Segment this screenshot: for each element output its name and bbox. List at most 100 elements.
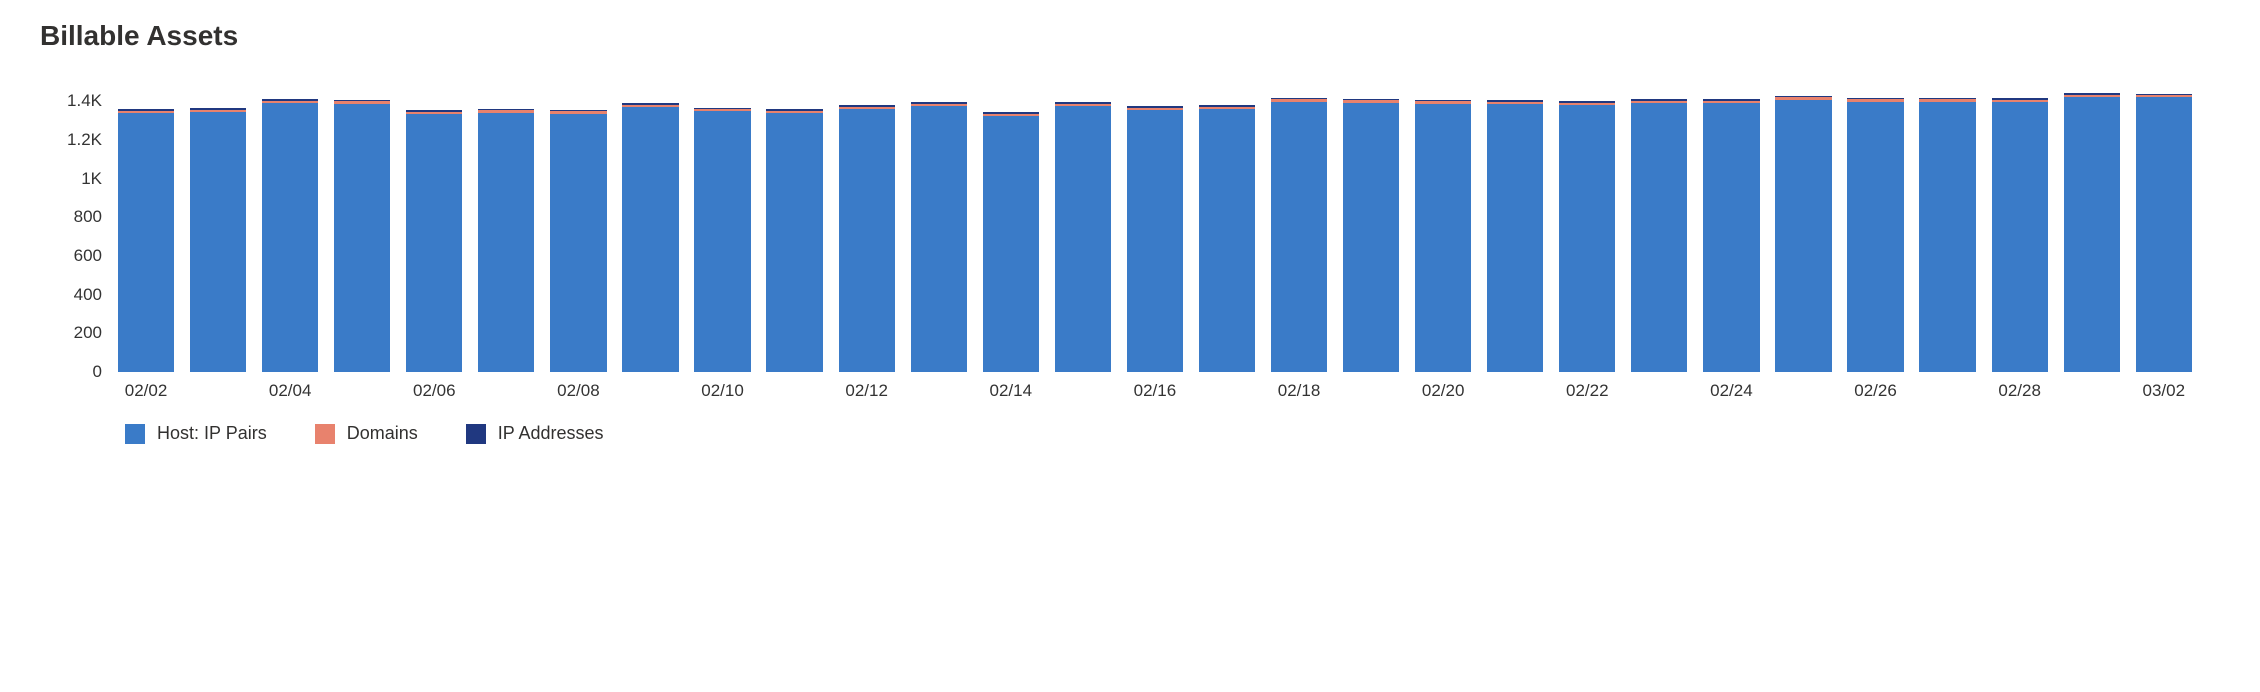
bar-slot <box>1551 101 1623 372</box>
x-tick-label <box>1191 373 1263 401</box>
y-tick-label: 200 <box>74 323 110 343</box>
bar-segment-host_ip_pairs <box>1487 104 1543 372</box>
bar-slot <box>831 105 903 372</box>
bar-slot <box>1335 99 1407 372</box>
x-tick-label: 02/14 <box>975 373 1047 401</box>
bar[interactable] <box>2136 94 2192 372</box>
bar[interactable] <box>839 105 895 372</box>
bar[interactable] <box>1199 105 1255 372</box>
bar[interactable] <box>1487 100 1543 372</box>
bar[interactable] <box>118 109 174 372</box>
bar-segment-host_ip_pairs <box>478 113 534 372</box>
bar-segment-host_ip_pairs <box>1847 102 1903 372</box>
x-axis: 02/0202/0402/0602/0802/1002/1202/1402/16… <box>110 373 2200 401</box>
bar-segment-host_ip_pairs <box>190 112 246 372</box>
bar-segment-host_ip_pairs <box>766 113 822 372</box>
chart-title: Billable Assets <box>40 20 2230 52</box>
bar[interactable] <box>1703 99 1759 372</box>
x-tick-label: 02/24 <box>1695 373 1767 401</box>
bar-segment-host_ip_pairs <box>622 107 678 372</box>
bar-slot <box>2128 94 2200 372</box>
x-tick-label: 03/02 <box>2128 373 2200 401</box>
bar[interactable] <box>694 108 750 372</box>
x-tick-label <box>1623 373 1695 401</box>
bar[interactable] <box>1847 98 1903 372</box>
bar[interactable] <box>334 100 390 372</box>
bar[interactable] <box>2064 93 2120 372</box>
x-tick-label <box>1767 373 1839 401</box>
bar-slot <box>1191 105 1263 372</box>
x-tick-label: 02/20 <box>1407 373 1479 401</box>
bar[interactable] <box>766 109 822 372</box>
bar-slot <box>398 110 470 372</box>
x-tick-label: 02/18 <box>1263 373 1335 401</box>
bar-segment-host_ip_pairs <box>983 116 1039 372</box>
bar-segment-host_ip_pairs <box>1703 103 1759 372</box>
bar[interactable] <box>1127 106 1183 372</box>
legend-item-ip_addresses[interactable]: IP Addresses <box>466 423 604 444</box>
bar-slot <box>254 99 326 372</box>
y-tick-label: 400 <box>74 285 110 305</box>
x-tick-label <box>903 373 975 401</box>
x-tick-label: 02/12 <box>831 373 903 401</box>
x-tick-label: 02/02 <box>110 373 182 401</box>
bar[interactable] <box>1055 102 1111 372</box>
bar[interactable] <box>983 112 1039 372</box>
x-tick-label: 02/28 <box>1984 373 2056 401</box>
x-tick-label: 02/26 <box>1840 373 1912 401</box>
legend-label: IP Addresses <box>498 423 604 444</box>
bar[interactable] <box>1992 98 2048 372</box>
bar[interactable] <box>1559 101 1615 372</box>
legend-label: Host: IP Pairs <box>157 423 267 444</box>
bar-segment-host_ip_pairs <box>334 104 390 372</box>
x-tick-label <box>1047 373 1119 401</box>
legend-item-domains[interactable]: Domains <box>315 423 418 444</box>
bar[interactable] <box>911 102 967 372</box>
bar[interactable] <box>1631 99 1687 372</box>
legend-item-host_ip_pairs[interactable]: Host: IP Pairs <box>125 423 267 444</box>
x-tick-label <box>1479 373 1551 401</box>
bar-slot <box>1119 106 1191 372</box>
y-tick-label: 600 <box>74 246 110 266</box>
bar-slot <box>182 108 254 372</box>
x-tick-label <box>2056 373 2128 401</box>
bars-container <box>110 82 2200 372</box>
bar-segment-host_ip_pairs <box>1127 110 1183 372</box>
bar-segment-host_ip_pairs <box>118 113 174 372</box>
bar-slot <box>903 102 975 372</box>
bar-slot <box>1695 99 1767 372</box>
x-tick-label: 02/22 <box>1551 373 1623 401</box>
x-tick-label <box>759 373 831 401</box>
x-tick-label <box>470 373 542 401</box>
bar-segment-host_ip_pairs <box>1415 104 1471 372</box>
bar[interactable] <box>1271 98 1327 372</box>
bar-slot <box>1840 98 1912 372</box>
bar-slot <box>542 110 614 372</box>
legend-swatch <box>125 424 145 444</box>
bar[interactable] <box>622 103 678 372</box>
legend-label: Domains <box>347 423 418 444</box>
bar[interactable] <box>550 110 606 372</box>
bar[interactable] <box>1919 98 1975 372</box>
legend-swatch <box>315 424 335 444</box>
bar[interactable] <box>406 110 462 372</box>
bar-segment-host_ip_pairs <box>2064 97 2120 372</box>
bar-segment-host_ip_pairs <box>1631 103 1687 372</box>
bar-slot <box>759 109 831 372</box>
bar-segment-host_ip_pairs <box>550 114 606 372</box>
legend: Host: IP Pairs Domains IP Addresses <box>125 423 2230 444</box>
bar-slot <box>1263 98 1335 372</box>
bar[interactable] <box>1343 99 1399 372</box>
bar[interactable] <box>1775 96 1831 372</box>
bar[interactable] <box>190 108 246 372</box>
bar-slot <box>1984 98 2056 372</box>
bar[interactable] <box>1415 100 1471 372</box>
bar[interactable] <box>262 99 318 372</box>
bar-slot <box>1767 96 1839 372</box>
x-tick-label: 02/10 <box>687 373 759 401</box>
bar-slot <box>1047 102 1119 372</box>
bar-segment-host_ip_pairs <box>262 103 318 372</box>
chart-area: 02004006008001K1.2K1.4K 02/0202/0402/060… <box>30 82 2230 401</box>
x-tick-label <box>326 373 398 401</box>
bar[interactable] <box>478 109 534 372</box>
